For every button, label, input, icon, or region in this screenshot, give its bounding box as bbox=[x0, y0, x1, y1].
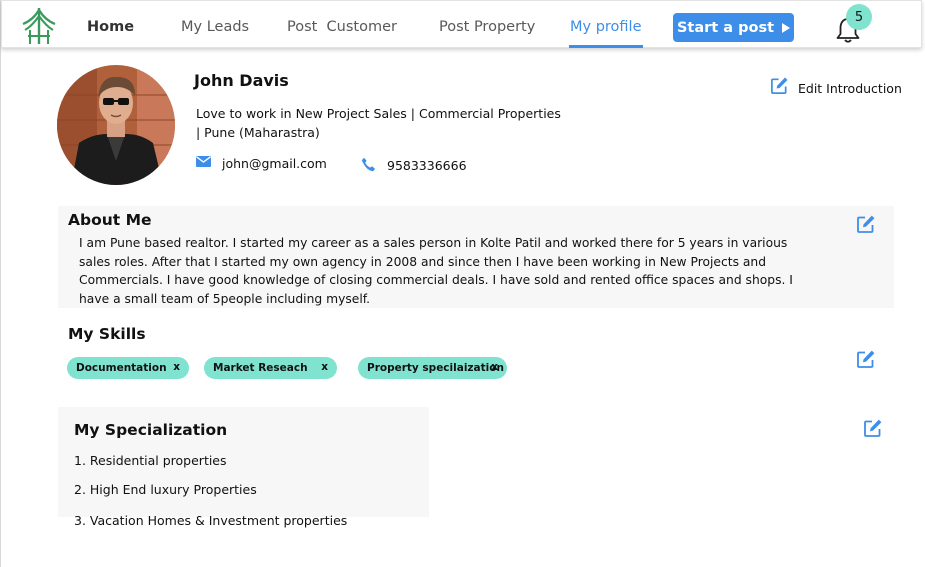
specialization-item: 3. Vacation Homes & Investment propertie… bbox=[74, 513, 348, 528]
start-post-label: Start a post bbox=[676, 19, 775, 36]
active-tab-indicator bbox=[569, 45, 643, 48]
specialization-item: 2. High End luxury Properties bbox=[74, 482, 257, 497]
avatar-image bbox=[57, 65, 175, 185]
edit-specialization-icon[interactable] bbox=[863, 418, 883, 438]
profile-avatar[interactable] bbox=[57, 65, 175, 185]
edit-skills-icon[interactable] bbox=[856, 349, 876, 369]
nav-post-property[interactable]: Post Property bbox=[439, 19, 535, 35]
edit-introduction-label: Edit Introduction bbox=[798, 81, 902, 96]
start-post-button[interactable]: Start a post bbox=[673, 13, 794, 42]
profile-headline: Love to work in New Project Sales | Comm… bbox=[196, 104, 576, 142]
phone-text[interactable]: 9583336666 bbox=[387, 158, 467, 173]
top-navbar: Home My Leads Post Customer Post Propert… bbox=[1, 0, 922, 48]
headline-line-1: Love to work in New Project Sales | Comm… bbox=[196, 106, 561, 121]
remove-skill-button[interactable]: x bbox=[173, 361, 180, 373]
profile-name: John Davis bbox=[194, 71, 289, 90]
nav-post-customer[interactable]: Post Customer bbox=[287, 19, 397, 35]
skill-chip-label: Property specilaization bbox=[367, 362, 504, 374]
specialization-item: 1. Residential properties bbox=[74, 453, 227, 468]
nav-home[interactable]: Home bbox=[87, 19, 134, 35]
skill-chip-label: Market Reseach bbox=[213, 362, 308, 374]
edit-about-icon[interactable] bbox=[856, 214, 876, 234]
edit-introduction-button[interactable]: Edit Introduction bbox=[770, 75, 902, 96]
skill-chip[interactable]: Documentation x bbox=[67, 357, 189, 379]
about-me-text: I am Pune based realtor. I started my ca… bbox=[79, 236, 793, 306]
my-skills-title: My Skills bbox=[68, 325, 146, 343]
email-text[interactable]: john@gmail.com bbox=[222, 156, 327, 171]
remove-skill-button[interactable]: x bbox=[491, 361, 498, 373]
phone-icon bbox=[361, 157, 375, 172]
notification-badge: 5 bbox=[846, 4, 872, 30]
headline-line-2: | Pune (Maharastra) bbox=[196, 125, 320, 140]
logo-icon[interactable] bbox=[20, 6, 58, 46]
play-arrow-icon bbox=[782, 22, 791, 33]
nav-my-leads[interactable]: My Leads bbox=[181, 19, 249, 35]
skill-chip[interactable]: Property specilaization x bbox=[358, 357, 507, 379]
edit-icon bbox=[771, 77, 788, 94]
app-frame: Home My Leads Post Customer Post Propert… bbox=[0, 0, 925, 567]
remove-skill-button[interactable]: x bbox=[321, 361, 328, 373]
my-specialization-title: My Specialization bbox=[74, 421, 228, 439]
skill-chip-label: Documentation bbox=[76, 362, 167, 374]
mail-icon bbox=[196, 156, 211, 167]
skill-chip[interactable]: Market Reseach x bbox=[204, 357, 337, 379]
about-me-title: About Me bbox=[68, 211, 152, 229]
nav-my-profile[interactable]: My profile bbox=[570, 19, 642, 35]
